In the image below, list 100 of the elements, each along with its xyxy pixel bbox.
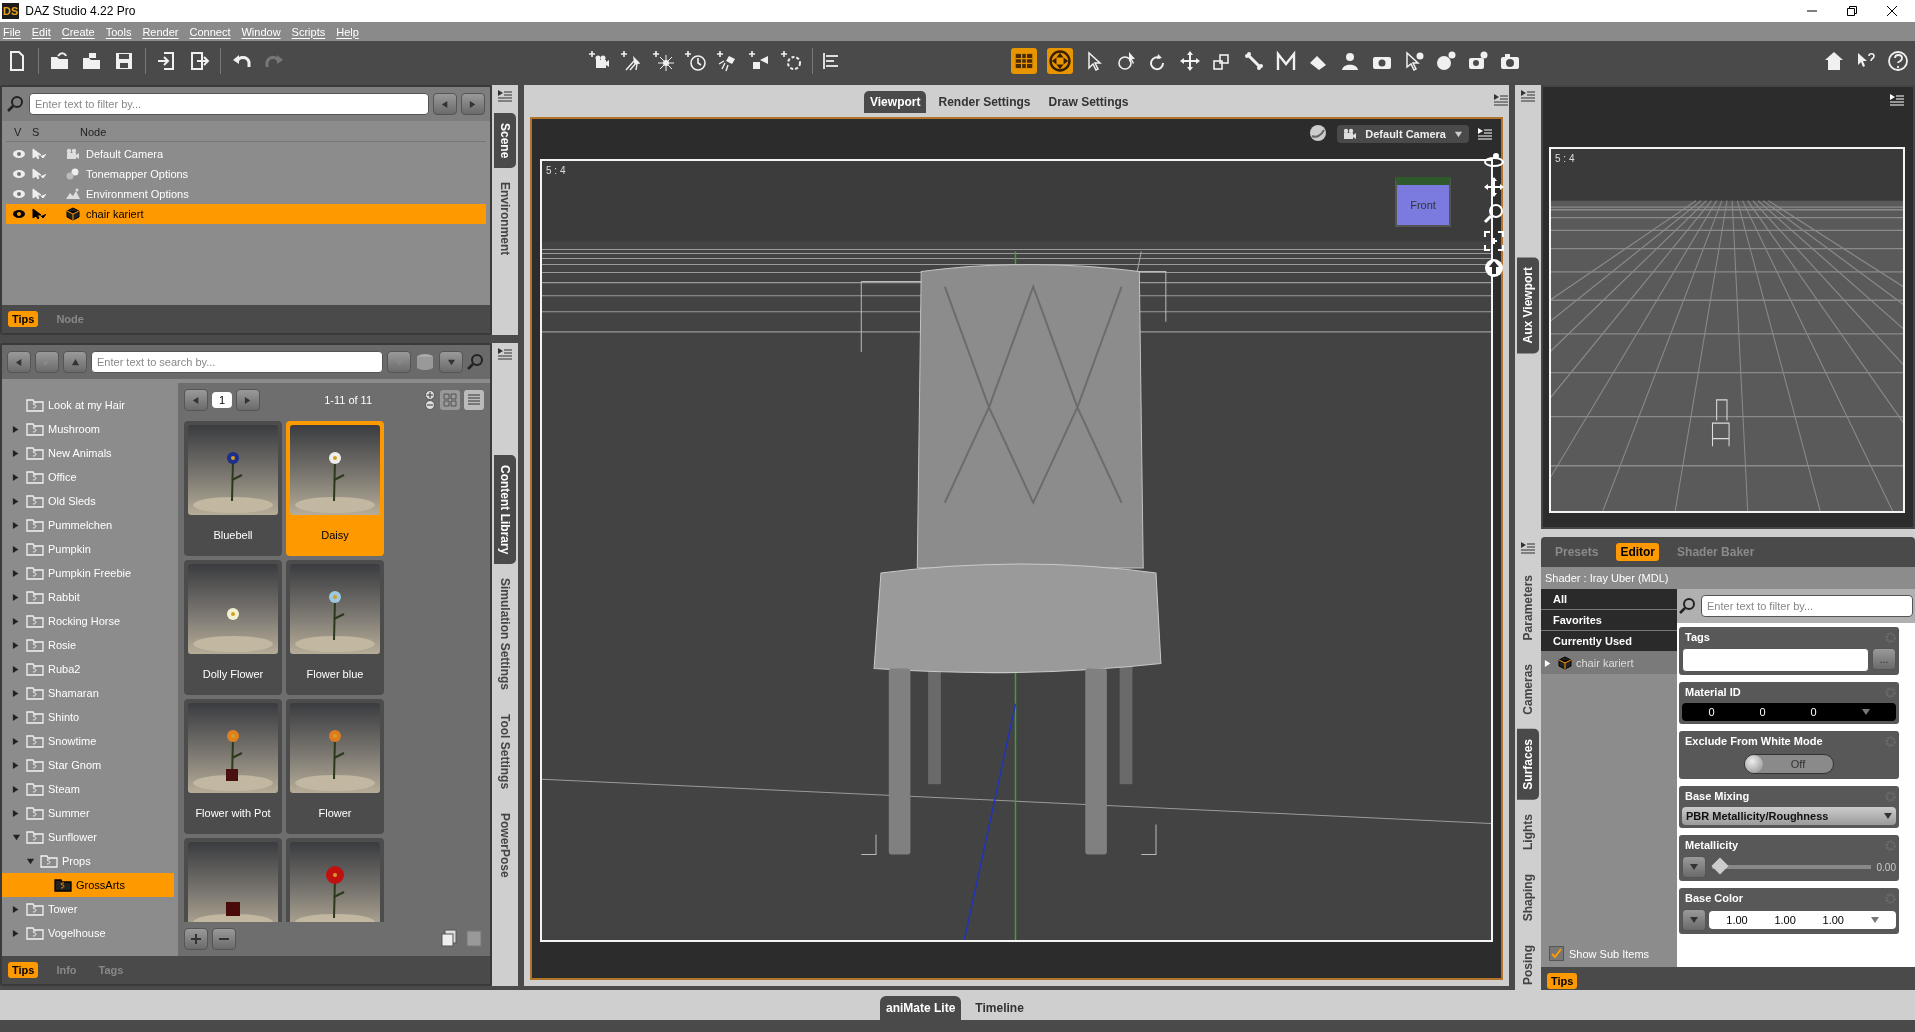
left-arrow-icon[interactable]	[440, 99, 450, 109]
add-light-icon[interactable]	[651, 50, 674, 72]
view-cube[interactable]: Front	[1395, 177, 1451, 227]
up-button[interactable]	[63, 351, 87, 373]
open-folder-icon[interactable]	[81, 50, 103, 72]
right-arrow-icon[interactable]	[468, 99, 478, 109]
side-tab[interactable]: Shaping	[1517, 863, 1539, 932]
view-tab[interactable]: Viewport	[864, 91, 927, 113]
panel-menu-icon[interactable]	[1520, 89, 1536, 103]
value-field[interactable]: 1.00 1.00 1.00	[1709, 911, 1896, 929]
expand-arrow-icon[interactable]	[12, 568, 21, 578]
add-primitive-icon[interactable]	[747, 50, 770, 72]
folder-item[interactable]: Office	[2, 465, 174, 489]
panel-tab[interactable]: Tips	[8, 962, 39, 978]
folder-item[interactable]: Pumpkin	[2, 537, 174, 561]
content-tile[interactable]: Flower blue	[286, 560, 384, 695]
left-arrow-icon[interactable]	[14, 357, 24, 367]
folder-item[interactable]: Pumpkin Freebie	[2, 561, 174, 585]
folder-item[interactable]: Props	[2, 849, 174, 873]
side-tab[interactable]: Simulation Settings	[494, 568, 516, 701]
folder-item[interactable]: Ruba2	[2, 657, 174, 681]
side-tab[interactable]: Posing	[1517, 935, 1539, 996]
content-tile[interactable]: Flower with Pot	[184, 699, 282, 834]
page-field[interactable]: 1	[212, 392, 233, 408]
universal-tool-icon[interactable]	[1046, 48, 1073, 74]
panel-tab[interactable]: Tips	[8, 311, 39, 327]
search-icon[interactable]	[7, 95, 25, 113]
expand-arrow-icon[interactable]	[12, 592, 21, 602]
expand-arrow-icon[interactable]	[12, 496, 21, 506]
tags-field[interactable]	[1682, 648, 1869, 672]
expand-arrow-icon[interactable]	[12, 928, 21, 938]
content-tile[interactable]: Daisy	[286, 421, 384, 556]
panel-tab[interactable]: Presets	[1551, 543, 1603, 561]
folder-item[interactable]: Star Gnom	[2, 753, 174, 777]
dropdown-button[interactable]	[1682, 856, 1706, 878]
up-arrow-icon[interactable]	[70, 357, 80, 367]
expand-arrow-icon[interactable]	[12, 664, 21, 674]
panel-menu-icon[interactable]	[497, 89, 513, 103]
expand-arrow-icon[interactable]	[12, 712, 21, 722]
open-folder-icon[interactable]	[49, 50, 71, 72]
panel-menu-icon[interactable]	[497, 347, 513, 361]
bone-icon[interactable]	[1242, 50, 1265, 72]
previous-page-button[interactable]	[184, 389, 208, 411]
panel-menu-icon[interactable]	[1493, 93, 1509, 107]
menu-item[interactable]: Window	[241, 25, 281, 38]
restore-icon[interactable]	[1847, 6, 1857, 16]
add-null-icon[interactable]	[779, 50, 802, 72]
content-tile[interactable]: Dolly Flower	[184, 560, 282, 695]
folder-item[interactable]: New Animals	[2, 441, 174, 465]
pan-icon[interactable]	[1483, 176, 1505, 198]
panel-tab[interactable]: Node	[52, 311, 88, 327]
material-tree-item[interactable]: chair kariert	[1541, 652, 1677, 674]
collapse-arrow-icon[interactable]	[26, 856, 35, 866]
folder-item[interactable]: Sunflower	[2, 825, 174, 849]
dropdown-button[interactable]	[439, 351, 463, 373]
panel-tab[interactable]: Editor	[1616, 543, 1660, 561]
filter-field[interactable]: Enter text to filter by...	[1701, 595, 1913, 617]
move-icon[interactable]	[1178, 50, 1201, 72]
panel-tab[interactable]: Tips	[1547, 973, 1578, 990]
panel-tab[interactable]: Timeline	[969, 996, 1030, 1020]
view-tab[interactable]: Render Settings	[932, 91, 1037, 113]
checkbox[interactable]	[1549, 946, 1564, 962]
folder-item[interactable]: Snowtime	[2, 729, 174, 753]
folder-item[interactable]: Mushroom	[2, 417, 174, 441]
menu-item[interactable]: Tools	[105, 25, 132, 38]
folder-item[interactable]: Old Sleds	[2, 489, 174, 513]
home-icon[interactable]	[1823, 50, 1845, 72]
side-tab[interactable]: Parameters	[1517, 565, 1539, 651]
panel-menu-icon[interactable]	[1520, 541, 1536, 555]
side-tab[interactable]: Scene	[494, 113, 516, 169]
folder-item[interactable]: Shinto	[2, 705, 174, 729]
group-item[interactable]: Currently Used	[1541, 631, 1677, 652]
caret-icon[interactable]	[1870, 917, 1879, 923]
panel-menu-icon[interactable]	[1889, 93, 1905, 107]
content-tile[interactable]: Bluebell	[184, 421, 282, 556]
folder-item[interactable]: GrossArts	[2, 873, 174, 897]
save-icon[interactable]	[113, 50, 135, 72]
sphere-gear-icon[interactable]	[1434, 50, 1457, 72]
view-tab[interactable]: Draw Settings	[1042, 91, 1135, 113]
value-field[interactable]: 0 0 0	[1682, 703, 1896, 721]
add-light-icon[interactable]	[619, 50, 642, 72]
dropdown-button[interactable]	[1682, 909, 1706, 931]
copy-icon[interactable]	[440, 928, 460, 948]
panel-tab[interactable]: aniMate Lite	[880, 996, 962, 1020]
side-tab[interactable]: Aux Viewport	[1517, 257, 1539, 354]
menu-item[interactable]: Render	[142, 25, 179, 38]
next-page-button[interactable]	[236, 389, 261, 411]
search-field[interactable]: Enter text to search by...	[91, 351, 383, 373]
side-tab[interactable]: PowerPose	[494, 803, 516, 889]
add-light-icon[interactable]	[715, 50, 738, 72]
expand-arrow-icon[interactable]	[12, 808, 21, 818]
right-arrow-icon[interactable]	[243, 395, 253, 405]
menu-item[interactable]: Edit	[31, 25, 51, 38]
expand-arrow-icon[interactable]	[1544, 658, 1553, 668]
collapse-arrow-icon[interactable]	[12, 832, 21, 842]
side-tab[interactable]: Lights	[1517, 803, 1539, 860]
export-icon[interactable]	[188, 50, 210, 72]
reset-view-icon[interactable]	[1483, 257, 1505, 279]
folder-item[interactable]: Tower	[2, 897, 174, 921]
add-light-icon[interactable]	[683, 50, 706, 72]
